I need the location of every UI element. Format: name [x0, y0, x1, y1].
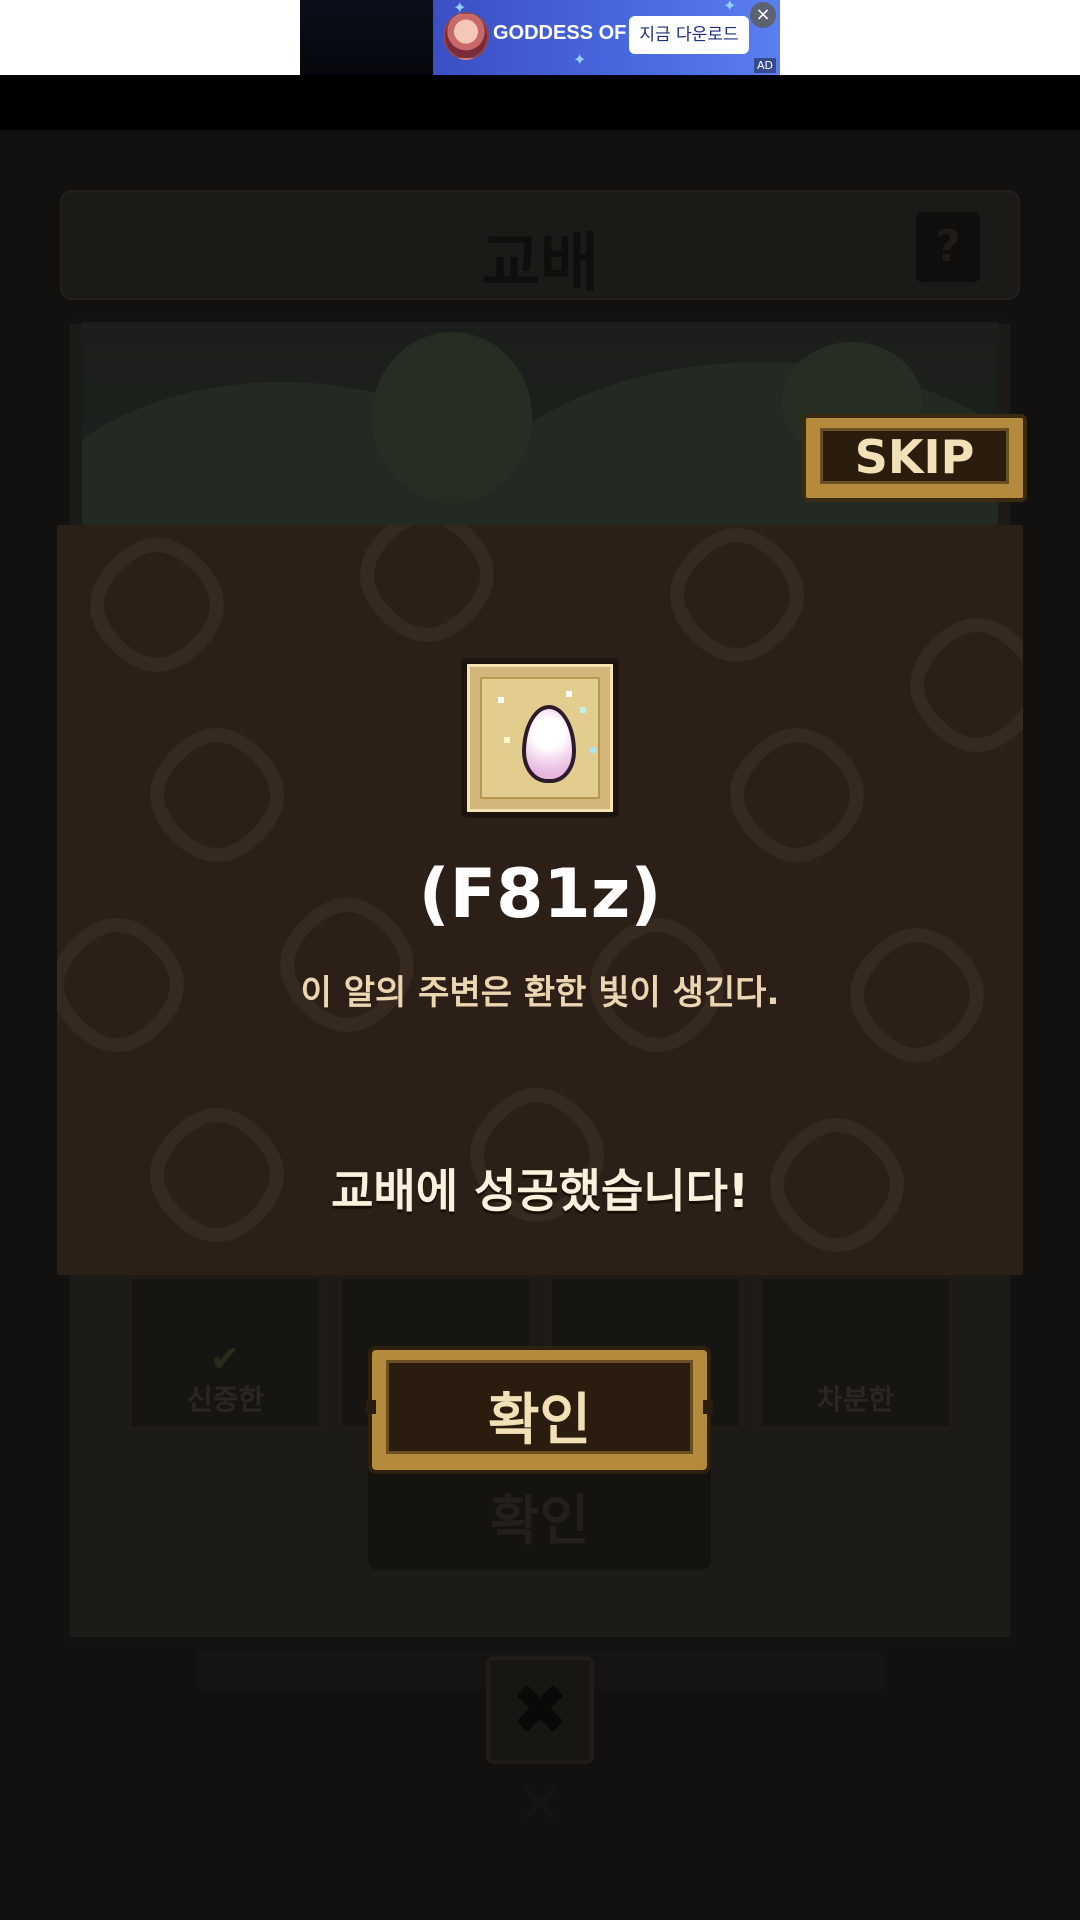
egg-description: 이 알의 주변은 환한 빛이 생긴다. — [300, 973, 780, 1013]
help-button[interactable]: ? — [916, 212, 980, 282]
confirm-label: 확인 — [487, 1388, 592, 1453]
check-icon: ✔ — [210, 1339, 241, 1380]
notch — [366, 1400, 376, 1414]
star-icon: ✦ — [723, 0, 737, 15]
ad-avatar — [443, 12, 489, 60]
close-icon[interactable]: × — [750, 2, 776, 28]
confirm-button-face: 확인 — [386, 1360, 693, 1454]
ad-banner[interactable]: ✦ ✦ ✦ GODDESS OF V 지금 다운로드 × AD — [433, 0, 780, 75]
skip-label: SKIP — [820, 428, 1009, 484]
egg-name: (F81z) — [418, 855, 662, 934]
breeding-result-modal: (F81z) 이 알의 주변은 환한 빛이 생긴다. 교배에 성공했습니다! — [57, 525, 1023, 1275]
page-title: 교배 — [481, 227, 599, 301]
tree — [372, 332, 532, 502]
rainbow-egg-icon — [461, 658, 619, 818]
trait-card[interactable]: 차분한 — [758, 1275, 953, 1430]
confirm-button[interactable]: 확인 — [366, 1346, 713, 1474]
star-icon: ✦ — [573, 50, 587, 69]
skip-button[interactable]: SKIP — [802, 414, 1027, 502]
result-message: 교배에 성공했습니다! — [331, 1164, 749, 1218]
ad-title: GODDESS OF V — [493, 22, 646, 44]
close-icon: ✕ — [514, 1770, 566, 1840]
panel-header: 교배 ? — [60, 190, 1020, 301]
trait-label: 신중한 — [186, 1383, 265, 1416]
notch — [703, 1400, 713, 1414]
close-button[interactable]: ✖ — [486, 1656, 594, 1764]
ad-badge: AD — [754, 58, 776, 73]
background-confirm-label: 확인 — [489, 1489, 590, 1552]
ad-download-button[interactable]: 지금 다운로드 — [629, 16, 749, 54]
ad-video[interactable]: 🔇 — [300, 0, 624, 75]
trait-label: 차분한 — [816, 1383, 895, 1416]
trait-card[interactable]: ✔ 신중한 — [128, 1275, 323, 1430]
modal-content: (F81z) 이 알의 주변은 환한 빛이 생긴다. 교배에 성공했습니다! — [57, 525, 1023, 1275]
game-screen: 🔇 ✦ ✦ ✦ GODDESS OF V 지금 다운로드 × AD 교배 ? S… — [0, 0, 1080, 1920]
top-bar — [0, 75, 1080, 130]
